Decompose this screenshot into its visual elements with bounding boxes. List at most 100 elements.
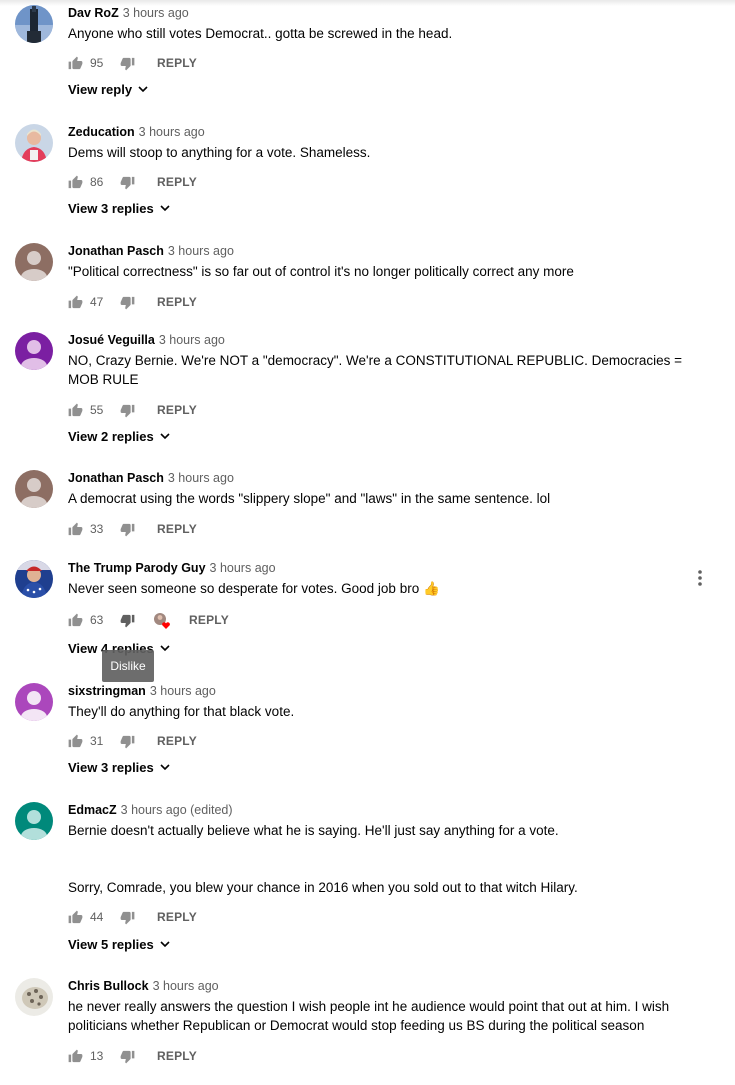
comment-actions: 63 REPLY [68,611,229,629]
comment-actions: 13 REPLY [68,1047,197,1065]
timestamp[interactable]: 3 hours ago [150,684,216,698]
like-count: 44 [90,910,104,924]
author-name[interactable]: Dav RoZ [68,6,119,20]
comment-line [68,840,683,859]
like-count: 33 [90,522,104,536]
timestamp[interactable]: 3 hours ago [168,244,234,258]
comment-header: Jonathan Pasch 3 hours ago [68,243,234,259]
avatar[interactable] [15,124,53,162]
comment-header: EdmacZ 3 hours ago (edited) [68,802,233,818]
timestamp[interactable]: 3 hours ago [159,333,225,347]
comment-text: Anyone who still votes Democrat.. gotta … [68,24,683,43]
view-replies-label: View 3 replies [68,760,154,775]
thumbs-down-icon[interactable] [120,522,135,537]
author-name[interactable]: sixstringman [68,684,146,698]
thumbs-down-icon[interactable] [120,1049,135,1064]
comment-line: Dems will stoop to anything for a vote. … [68,145,371,160]
author-name[interactable]: Josué Veguilla [68,333,155,347]
comment-line: "Political correctness" is so far out of… [68,264,574,279]
thumbs-down-icon[interactable] [120,175,135,190]
comment-text: he never really answers the question I w… [68,997,683,1035]
timestamp[interactable]: 3 hours ago [153,979,219,993]
avatar[interactable] [15,5,53,43]
like-count: 13 [90,1049,104,1063]
thumbs-up-icon[interactable] [68,522,83,537]
reply-button[interactable]: REPLY [157,403,197,417]
comment-actions: 95 REPLY [68,54,197,72]
thumbs-down-icon[interactable] [120,295,135,310]
reply-button[interactable]: REPLY [157,910,197,924]
author-name[interactable]: EdmacZ [68,803,117,817]
thumbs-down-icon[interactable] [120,734,135,749]
comment-text: NO, Crazy Bernie. We're NOT a "democracy… [68,351,683,389]
avatar[interactable] [15,470,53,508]
reply-button[interactable]: REPLY [157,1049,197,1063]
comment-actions: 86 REPLY [68,173,197,191]
comment-actions: 44 REPLY [68,908,197,926]
thumbs-down-icon[interactable] [120,910,135,925]
timestamp[interactable]: 3 hours ago [210,561,276,575]
more-actions-icon[interactable] [693,569,707,587]
reply-button[interactable]: REPLY [157,295,197,309]
comment-line: Bernie doesn't actually believe what he … [68,823,559,838]
view-replies-button[interactable]: View 3 replies [68,201,170,216]
view-replies-button[interactable]: View 3 replies [68,760,170,775]
chevron-down-icon [160,205,170,212]
comment-header: sixstringman 3 hours ago [68,683,216,699]
reply-button[interactable]: REPLY [157,175,197,189]
view-replies-button[interactable]: View reply [68,82,148,97]
avatar[interactable] [15,332,53,370]
author-name[interactable]: Jonathan Pasch [68,471,164,485]
comment-header: The Trump Parody Guy 3 hours ago [68,560,276,576]
avatar[interactable] [15,243,53,281]
chevron-down-icon [160,941,170,948]
like-count: 95 [90,56,104,70]
thumbs-down-icon[interactable] [120,613,135,628]
thumbs-up-icon[interactable] [68,1049,83,1064]
thumbs-up-icon[interactable] [68,910,83,925]
like-count: 31 [90,734,104,748]
comment-text: A democrat using the words "slippery slo… [68,489,683,508]
timestamp[interactable]: 3 hours ago [139,125,205,139]
view-replies-button[interactable]: View 5 replies [68,937,170,952]
thumbs-up-icon[interactable] [68,56,83,71]
comment-line: he never really answers the question I w… [68,999,670,1033]
reply-button[interactable]: REPLY [157,734,197,748]
thumbs-up-icon[interactable] [68,175,83,190]
author-name[interactable]: Zeducation [68,125,135,139]
author-name[interactable]: The Trump Parody Guy [68,561,206,575]
thumbs-up-icon[interactable] [68,734,83,749]
like-count: 63 [90,613,104,627]
comment-header: Zeducation 3 hours ago [68,124,205,140]
avatar[interactable] [15,683,53,721]
avatar[interactable] [15,560,53,598]
comment-header: Chris Bullock 3 hours ago [68,978,219,994]
reply-button[interactable]: REPLY [189,613,229,627]
author-name[interactable]: Jonathan Pasch [68,244,164,258]
like-count: 55 [90,403,104,417]
chevron-down-icon [160,433,170,440]
avatar[interactable] [15,978,53,1016]
comment-line: NO, Crazy Bernie. We're NOT a "democracy… [68,353,683,387]
comment-text: Never seen someone so desperate for vote… [68,579,683,598]
author-name[interactable]: Chris Bullock [68,979,149,993]
comment-line: Anyone who still votes Democrat.. gotta … [68,26,453,41]
thumbs-down-icon[interactable] [120,403,135,418]
comment-line: A democrat using the words "slippery slo… [68,491,551,506]
thumbs-up-icon[interactable] [68,295,83,310]
view-replies-button[interactable]: View 2 replies [68,429,170,444]
avatar[interactable] [15,802,53,840]
view-replies-label: View 3 replies [68,201,154,216]
timestamp[interactable]: 3 hours ago (edited) [121,803,233,817]
view-replies-label: View 2 replies [68,429,154,444]
comment-line: They'll do anything for that black vote. [68,704,295,719]
comment-header: Jonathan Pasch 3 hours ago [68,470,234,486]
timestamp[interactable]: 3 hours ago [123,6,189,20]
timestamp[interactable]: 3 hours ago [168,471,234,485]
thumbs-down-icon[interactable] [120,56,135,71]
thumbs-up-icon[interactable] [68,613,83,628]
like-count: 47 [90,295,104,309]
thumbs-up-icon[interactable] [68,403,83,418]
reply-button[interactable]: REPLY [157,522,197,536]
reply-button[interactable]: REPLY [157,56,197,70]
